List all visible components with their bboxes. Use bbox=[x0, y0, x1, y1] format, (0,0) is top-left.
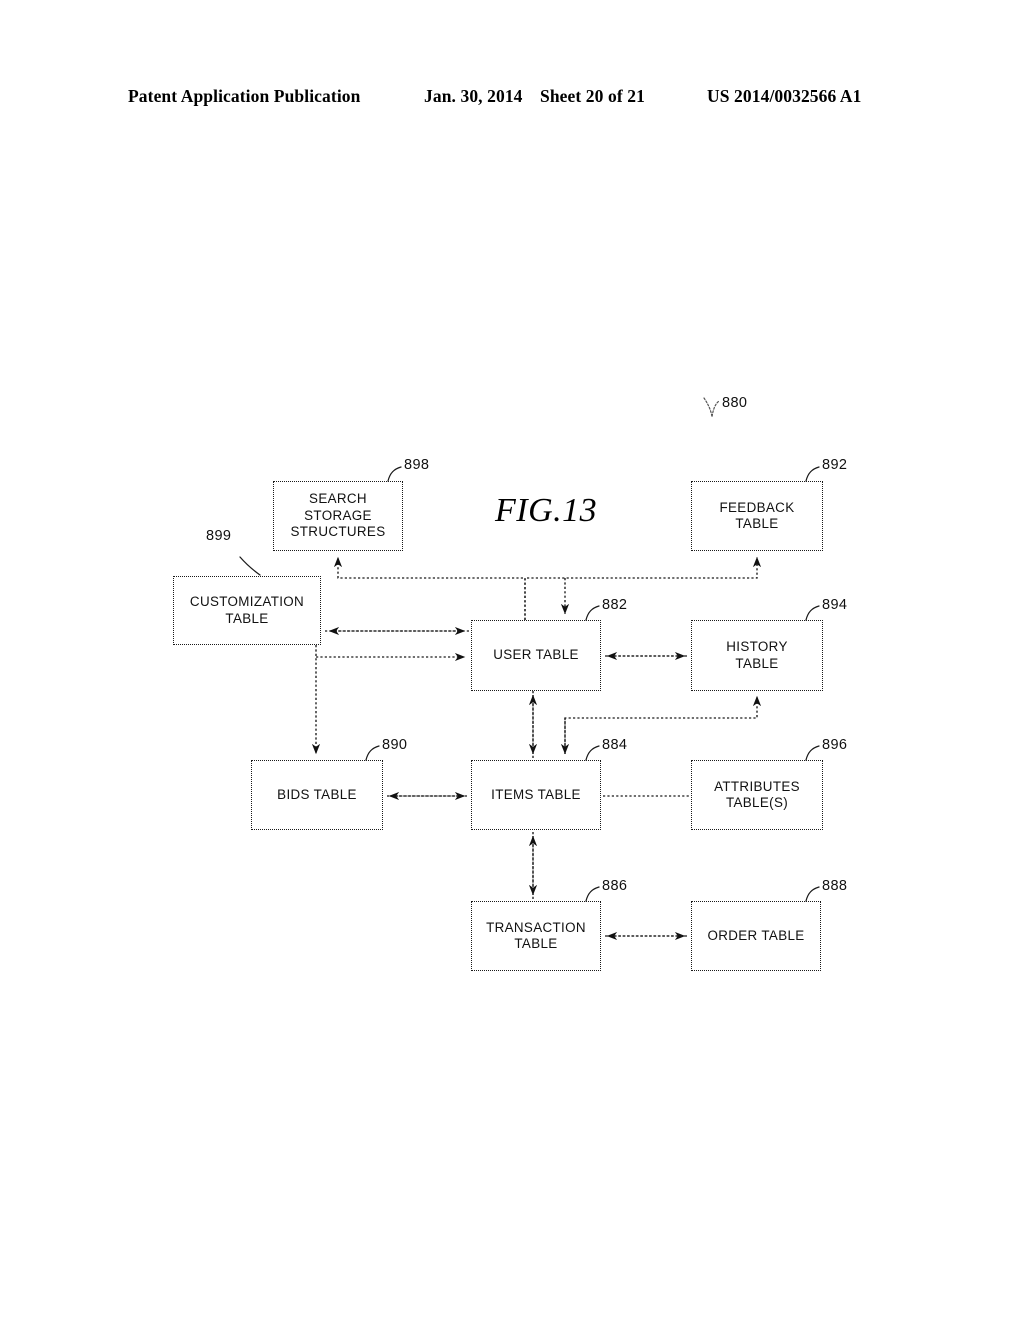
refnum-890: 890 bbox=[382, 737, 408, 753]
node-order-table[interactable]: ORDER TABLE bbox=[691, 901, 821, 971]
node-order-table-label: ORDER TABLE bbox=[707, 927, 805, 943]
refnum-899: 899 bbox=[206, 528, 232, 544]
node-search-storage-structures[interactable]: SEARCH STORAGE STRUCTURES bbox=[273, 481, 403, 551]
refnum-884: 884 bbox=[602, 737, 628, 753]
node-feedback-table-label: FEEDBACK TABLE bbox=[719, 499, 795, 532]
leader-898 bbox=[387, 466, 402, 482]
leader-880 bbox=[703, 397, 720, 418]
node-items-table[interactable]: ITEMS TABLE bbox=[471, 760, 601, 830]
leader-894 bbox=[805, 605, 820, 621]
leader-888 bbox=[805, 886, 820, 902]
node-bids-table-label: BIDS TABLE bbox=[277, 786, 357, 802]
node-items-table-label: ITEMS TABLE bbox=[491, 786, 581, 802]
node-transaction-table-label: TRANSACTION TABLE bbox=[486, 919, 586, 952]
figure-13-diagram: FIG.13 880 SEARCH STORAGE STRUCTURES 898… bbox=[0, 0, 1024, 1320]
refnum-892: 892 bbox=[822, 457, 848, 473]
refnum-898: 898 bbox=[404, 457, 430, 473]
refnum-886: 886 bbox=[602, 878, 628, 894]
connector-user-to-search-storage bbox=[333, 556, 526, 620]
refnum-896: 896 bbox=[822, 737, 848, 753]
node-user-table-label: USER TABLE bbox=[493, 647, 579, 663]
node-search-storage-structures-label: SEARCH STORAGE STRUCTURES bbox=[290, 491, 386, 540]
refnum-882: 882 bbox=[602, 597, 628, 613]
leader-892 bbox=[805, 466, 820, 482]
node-user-table[interactable]: USER TABLE bbox=[471, 620, 601, 691]
node-transaction-table[interactable]: TRANSACTION TABLE bbox=[471, 901, 601, 971]
refnum-880: 880 bbox=[722, 395, 748, 411]
connector-user-to-feedback bbox=[524, 556, 762, 620]
node-bids-table[interactable]: BIDS TABLE bbox=[251, 760, 383, 830]
leader-896 bbox=[805, 745, 820, 761]
node-attributes-table[interactable]: ATTRIBUTES TABLE(S) bbox=[691, 760, 823, 830]
node-feedback-table[interactable]: FEEDBACK TABLE bbox=[691, 481, 823, 551]
node-history-table-label: HISTORY TABLE bbox=[726, 639, 788, 671]
refnum-894: 894 bbox=[822, 597, 848, 613]
leader-899 bbox=[239, 556, 261, 576]
node-attributes-table-label: ATTRIBUTES TABLE(S) bbox=[714, 778, 800, 811]
node-customization-table[interactable]: CUSTOMIZATION TABLE bbox=[173, 576, 321, 645]
leader-886 bbox=[585, 886, 600, 902]
leader-882 bbox=[585, 605, 600, 621]
leader-890 bbox=[365, 745, 380, 761]
node-customization-table-label: CUSTOMIZATION TABLE bbox=[189, 594, 305, 626]
leader-884 bbox=[585, 745, 600, 761]
refnum-888: 888 bbox=[822, 878, 848, 894]
figure-title: FIG.13 bbox=[495, 492, 598, 529]
node-history-table[interactable]: HISTORY TABLE bbox=[691, 620, 823, 691]
connector-items-to-history bbox=[564, 695, 762, 754]
